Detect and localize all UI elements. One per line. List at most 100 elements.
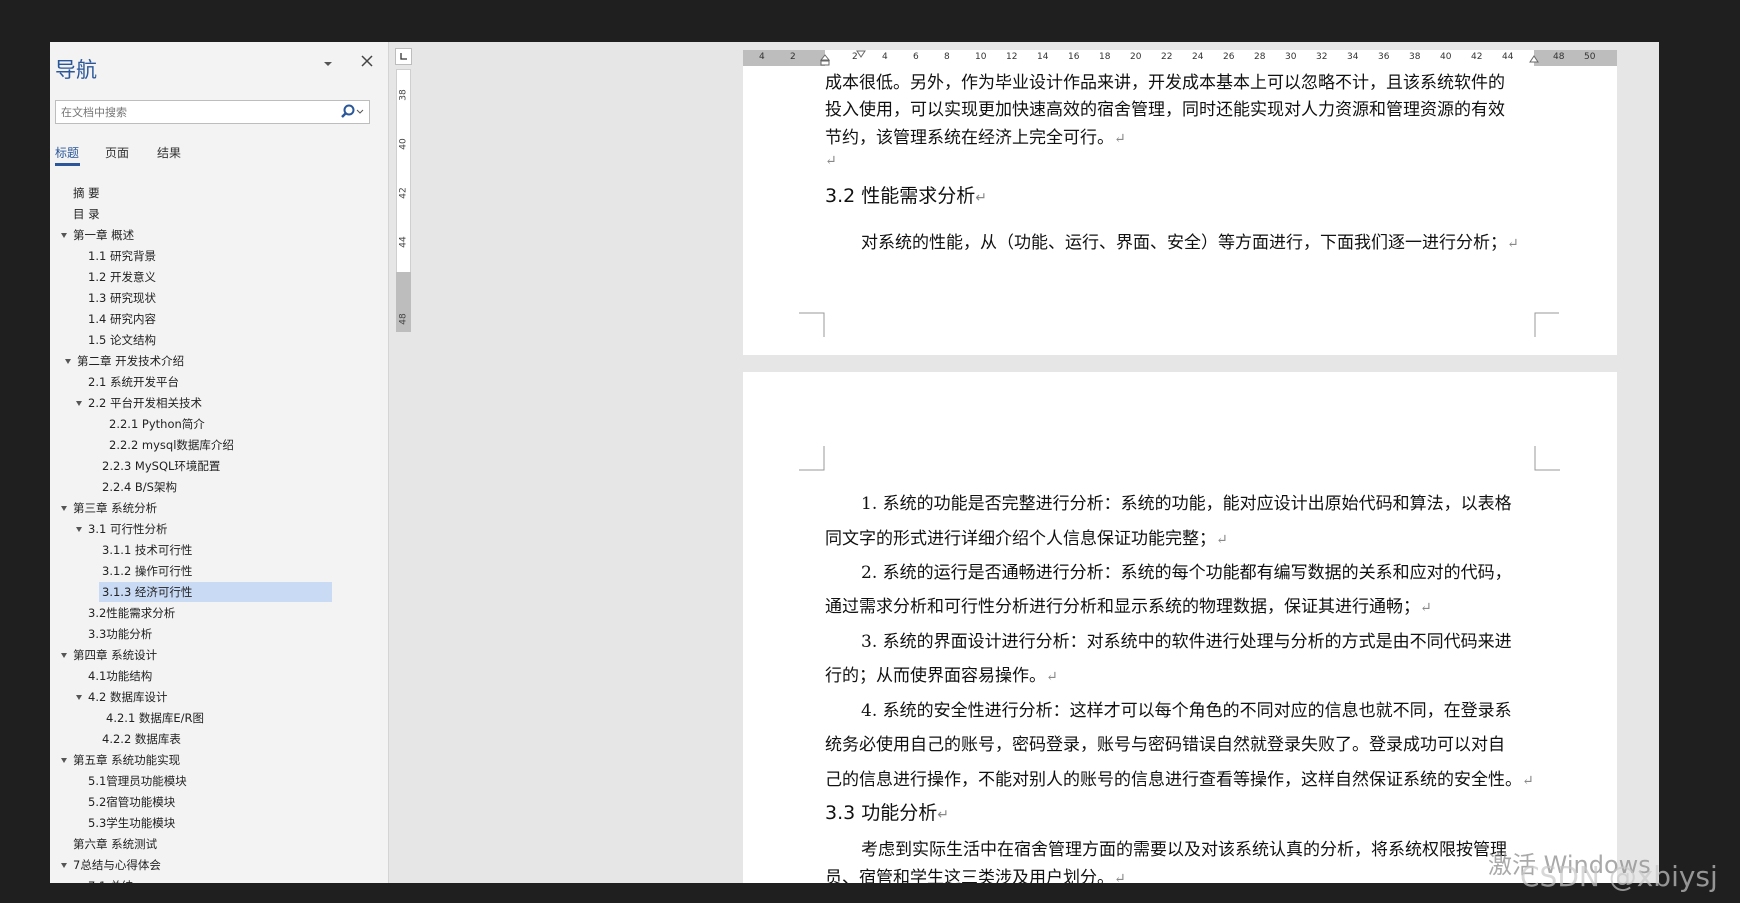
nav-heading-item[interactable]: 2.2.3 MySQL环境配置 [102,456,220,476]
crop-mark [799,312,825,337]
tab-results[interactable]: 结果 [157,144,181,161]
tab-pages[interactable]: 页面 [105,144,129,161]
ruler-label: 30 [1285,52,1297,62]
nav-options-dropdown-icon[interactable] [322,56,334,74]
expand-collapse-icon[interactable] [76,695,82,700]
nav-heading-item[interactable]: 3.3功能分析 [88,624,152,644]
vruler-label: 38 [398,89,409,101]
vertical-ruler: 38 40 42 44 48 [395,42,412,883]
expand-collapse-icon[interactable] [61,233,67,238]
nav-heading-item[interactable]: 2.2.4 B/S架构 [102,477,177,497]
ruler-label: 28 [1254,52,1266,62]
nav-heading-item[interactable]: 4.1功能结构 [88,666,152,686]
right-indent-marker[interactable] [1528,50,1542,66]
list-item-line: 2. 系统的运行是否通畅进行分析：系统的每个功能都有编写数据的关系和应对的代码， [861,563,1512,583]
vruler-label: 44 [398,236,409,248]
nav-heading-item[interactable]: 3.1 可行性分析 [88,519,167,539]
nav-title: 导航 [55,58,97,82]
ruler-label: 2 [790,52,796,62]
nav-heading-item[interactable]: 4.2.1 数据库E/R图 [106,708,204,728]
ruler-label: 24 [1192,52,1204,62]
search-input[interactable] [56,101,331,124]
ruler-label: 12 [1006,52,1018,62]
ruler-label: 4 [759,52,765,62]
nav-heading-item[interactable]: 7.1 总结 [88,876,133,883]
nav-heading-item[interactable]: 1.3 研究现状 [88,288,156,308]
ruler-label: 40 [1440,52,1452,62]
crop-mark [1534,446,1560,471]
close-icon[interactable] [360,54,374,72]
body-text-line: 员、宿管和学生这三类涉及用户划分。↵ [825,868,1126,883]
nav-heading-item[interactable]: 3.1.2 操作可行性 [102,561,192,581]
nav-heading-item[interactable]: 1.2 开发意义 [88,267,156,287]
tab-selector-button[interactable] [395,48,412,65]
nav-heading-item[interactable]: 第五章 系统功能实现 [73,750,180,770]
list-item-line: 同文字的形式进行详细介绍个人信息保证功能完整；↵ [825,529,1228,549]
ruler-label: 8 [944,52,950,62]
search-icon[interactable] [339,102,365,122]
left-indent-marker[interactable] [819,50,833,66]
ruler-label: 14 [1037,52,1049,62]
expand-collapse-icon[interactable] [61,863,67,868]
nav-heading-item[interactable]: 第四章 系统设计 [73,645,157,665]
nav-heading-item[interactable]: 2.1 系统开发平台 [88,372,179,392]
nav-heading-item[interactable]: 5.2宿管功能模块 [88,792,175,812]
crop-mark [799,446,825,471]
nav-heading-item[interactable]: 第二章 开发技术介绍 [77,351,184,371]
list-item-line: 1. 系统的功能是否完整进行分析：系统的功能，能对应设计出原始代码和算法，以表格 [861,494,1512,514]
nav-heading-item[interactable]: 1.1 研究背景 [88,246,156,266]
list-item-line: 统务必使用自己的账号，密码登录，账号与密码错误自然就登录失败了。登录成功可以对自 [825,735,1505,755]
nav-heading-item[interactable]: 第一章 概述 [73,225,134,245]
nav-heading-item[interactable]: 目 录 [73,204,100,224]
vruler-label: 40 [398,138,409,150]
nav-heading-item[interactable]: 2.2 平台开发相关技术 [88,393,202,413]
nav-heading-item[interactable]: 摘 要 [73,183,100,203]
ruler-label: 42 [1471,52,1483,62]
nav-heading-item[interactable]: 5.1管理员功能模块 [88,771,187,791]
ruler-label: 32 [1316,52,1328,62]
empty-paragraph: ↵ [825,153,837,169]
nav-heading-item[interactable]: 2.2.2 mysql数据库介绍 [109,435,234,455]
list-item-line: 己的信息进行操作，不能对别人的账号的信息进行查看等操作，这样自然保证系统的安全性… [825,770,1534,790]
ruler-label: 4 [882,52,888,62]
document-page[interactable]: 成本很低。另外，作为毕业设计作品来讲，开发成本基本上可以忽略不计，且该系统软件的… [743,66,1617,355]
ruler-label: 20 [1130,52,1142,62]
crop-mark [1534,312,1559,337]
body-text-line: 对系统的性能，从（功能、运行、界面、安全）等方面进行，下面我们逐一进行分析；↵ [861,233,1519,253]
nav-heading-item[interactable]: 第六章 系统测试 [73,834,157,854]
ruler-label: 44 [1502,52,1514,62]
nav-heading-item[interactable]: 4.2.2 数据库表 [102,729,181,749]
body-text-line: 投入使用，可以实现更加快速高效的宿舍管理，同时还能实现对人力资源和管理资源的有效 [825,100,1505,120]
ruler-label: 50 [1584,52,1596,62]
expand-collapse-icon[interactable] [61,758,67,763]
nav-heading-item[interactable]: 5.3学生功能模块 [88,813,175,833]
tab-headings[interactable]: 标题 [55,144,79,161]
list-item-line: 通过需求分析和可行性分析进行分析和显示系统的物理数据，保证其进行通畅；↵ [825,597,1432,617]
active-tab-indicator [55,163,80,166]
expand-collapse-icon[interactable] [61,653,67,658]
expand-collapse-icon[interactable] [76,527,82,532]
expand-collapse-icon[interactable] [65,359,71,364]
nav-heading-item[interactable]: 2.2.1 Python简介 [109,414,205,434]
nav-heading-item[interactable]: 3.1.1 技术可行性 [102,540,192,560]
nav-heading-item[interactable]: 1.4 研究内容 [88,309,156,329]
nav-heading-item[interactable]: 7总结与心得体会 [73,855,161,875]
expand-collapse-icon[interactable] [76,401,82,406]
nav-heading-item[interactable]: 4.2 数据库设计 [88,687,167,707]
body-text-line: 成本很低。另外，作为毕业设计作品来讲，开发成本基本上可以忽略不计，且该系统软件的 [825,73,1505,93]
nav-heading-item[interactable]: 1.5 论文结构 [88,330,156,350]
section-heading: 3.3 功能分析↵ [825,802,949,824]
nav-heading-item[interactable]: 第三章 系统分析 [73,498,157,518]
body-text-line: 节约，该管理系统在经济上完全可行。↵ [825,128,1126,148]
nav-heading-item[interactable]: 3.1.3 经济可行性 [99,582,332,602]
ruler-label: 6 [913,52,919,62]
ruler-label: 22 [1161,52,1173,62]
csdn-watermark: CSDN @xbiysj [1520,860,1718,893]
first-line-indent-marker[interactable] [855,50,869,60]
ruler-label: 36 [1378,52,1390,62]
document-page[interactable]: 1. 系统的功能是否完整进行分析：系统的功能，能对应设计出原始代码和算法，以表格… [743,372,1617,883]
ruler-label: 16 [1068,52,1080,62]
body-text-line: 考虑到实际生活中在宿舍管理方面的需要以及对该系统认真的分析，将系统权限按管理 [861,840,1507,860]
expand-collapse-icon[interactable] [61,506,67,511]
nav-heading-item[interactable]: 3.2性能需求分析 [88,603,175,623]
